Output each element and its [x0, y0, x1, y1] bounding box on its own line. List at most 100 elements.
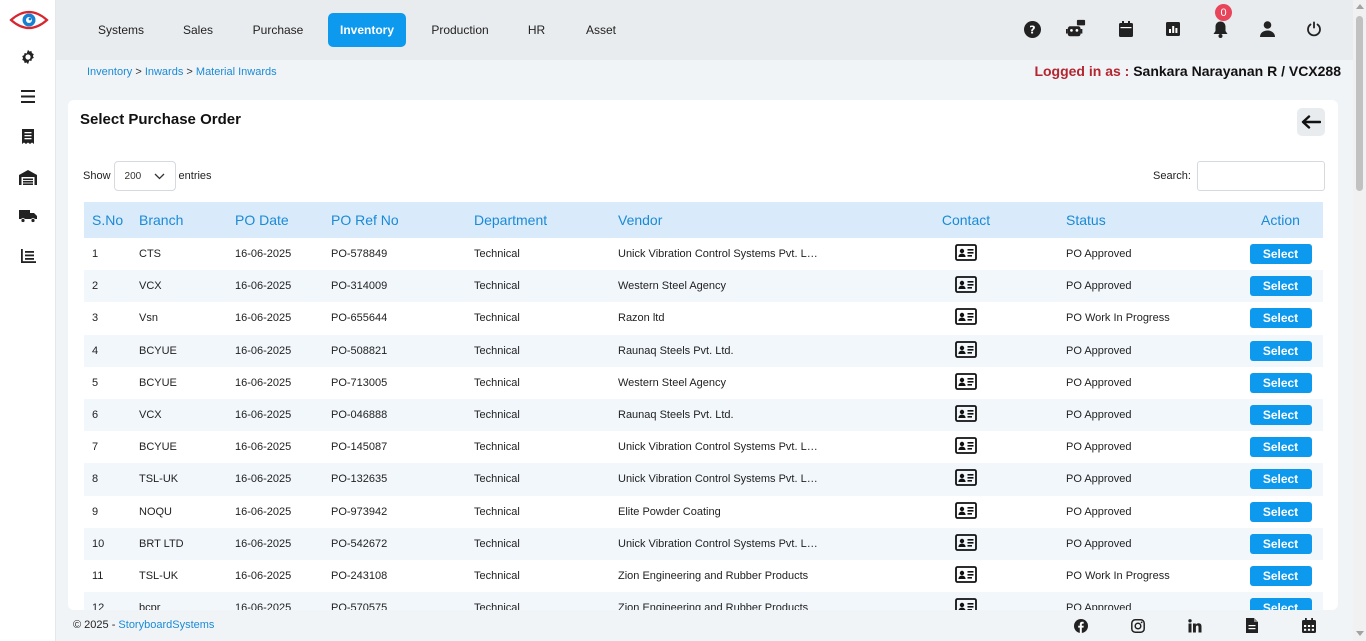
header-contact[interactable]: Contact [874, 202, 1058, 238]
select-button[interactable]: Select [1249, 437, 1312, 458]
cell-contact[interactable] [874, 560, 1058, 592]
cell-contact[interactable] [874, 367, 1058, 399]
cell-po-date: 16-06-2025 [227, 398, 323, 432]
breadcrumb-separator: > [135, 66, 142, 78]
cell-action: Select [1238, 431, 1323, 463]
cell-contact[interactable] [874, 527, 1058, 560]
cell-status: PO Approved [1058, 527, 1238, 560]
header-branch[interactable]: Branch [131, 202, 227, 238]
chatbot-icon[interactable] [1066, 19, 1086, 39]
delivery-truck-icon[interactable] [18, 206, 38, 226]
contact-card-icon [955, 501, 977, 519]
tab-sales[interactable]: Sales [168, 13, 228, 47]
linkedin-icon[interactable] [1187, 618, 1202, 633]
select-button[interactable]: Select [1249, 565, 1312, 586]
cell-contact[interactable] [874, 496, 1058, 528]
tab-hr[interactable]: HR [514, 13, 559, 47]
cell-vendor: Unick Vibration Control Systems Pvt. Lt.… [610, 463, 874, 496]
table-row: 3 Vsn 16-06-2025 PO-655644 Technical Razon lt… [84, 302, 1323, 334]
svg-text:?: ? [1029, 23, 1035, 36]
select-button[interactable]: Select [1249, 372, 1312, 393]
cell-branch: VCX [131, 398, 227, 432]
cell-contact[interactable] [874, 238, 1058, 270]
cell-sno: 11 [92, 569, 104, 582]
calendar-icon[interactable] [1116, 19, 1136, 39]
header-department[interactable]: Department [466, 202, 610, 238]
search-label: Search: [1153, 170, 1191, 182]
cell-po-date: 16-06-2025 [235, 441, 292, 454]
cell-status: PO Approved [1058, 334, 1238, 367]
select-button[interactable]: Select [1249, 340, 1312, 361]
search-input[interactable] [1196, 161, 1325, 191]
cell-branch: VCX [131, 270, 227, 303]
cell-branch: BCYUE [139, 376, 177, 389]
document-icon[interactable] [1244, 618, 1259, 633]
help-icon[interactable]: ? [1022, 19, 1042, 39]
cell-contact[interactable] [874, 334, 1058, 367]
eye-logo-icon[interactable] [9, 8, 49, 32]
table-row: 1 CTS 16-06-2025 PO-578849 Technical Unick Vi… [84, 238, 1323, 270]
breadcrumb-inventory[interactable]: Inventory [87, 66, 132, 78]
cell-department: Technical [466, 270, 610, 303]
header-action[interactable]: Action [1238, 202, 1323, 238]
copyright-text: © 2025 - [73, 619, 116, 631]
cell-contact[interactable] [874, 463, 1058, 496]
select-button[interactable]: Select [1249, 276, 1312, 297]
page-scrollbar[interactable] [1353, 0, 1366, 641]
report-chart-icon[interactable] [1163, 19, 1183, 39]
calendar-grid-icon[interactable] [1301, 618, 1316, 633]
tab-inventory[interactable]: Inventory [328, 13, 406, 47]
header-po-date[interactable]: PO Date [227, 202, 323, 238]
company-link[interactable]: StoryboardSystems [118, 619, 214, 631]
warehouse-icon[interactable] [18, 167, 38, 187]
cell-vendor: Zion Engineering and Rubber Products [610, 592, 874, 610]
select-button[interactable]: Select [1249, 308, 1312, 329]
back-button[interactable] [1297, 108, 1325, 136]
select-button[interactable]: Select [1249, 598, 1312, 610]
scroll-thumb[interactable] [1356, 16, 1363, 191]
header-sno[interactable]: S.No [84, 202, 131, 238]
select-button[interactable]: Select [1249, 405, 1312, 426]
scroll-down-arrow[interactable] [1356, 631, 1364, 636]
facebook-icon[interactable] [1073, 618, 1088, 633]
instagram-icon[interactable] [1130, 618, 1145, 633]
cell-sno: 10 [84, 527, 131, 560]
header-vendor[interactable]: Vendor [610, 202, 874, 238]
tab-purchase[interactable]: Purchase [243, 13, 313, 47]
cell-contact[interactable] [874, 270, 1058, 303]
vendor-name: Western Steel Agency [618, 376, 727, 389]
cell-sno: 1 [92, 248, 99, 261]
select-button[interactable]: Select [1249, 501, 1312, 522]
select-button[interactable]: Select [1249, 244, 1312, 265]
cell-department: Technical [474, 505, 520, 518]
select-button[interactable]: Select [1249, 469, 1312, 490]
menu-bars-icon[interactable] [18, 86, 38, 106]
tab-asset[interactable]: Asset [574, 13, 628, 47]
breadcrumb-material-inwards[interactable]: Material Inwards [196, 66, 277, 78]
tab-production[interactable]: Production [420, 13, 500, 47]
entries-select[interactable]: 200 [113, 161, 176, 191]
select-button[interactable]: Select [1249, 533, 1312, 554]
cell-contact[interactable] [874, 398, 1058, 432]
cell-vendor: Elite Powder Coating [610, 496, 874, 528]
cell-department: Technical [466, 527, 610, 560]
header-po-ref[interactable]: PO Ref No [323, 202, 466, 238]
bell-icon[interactable] [1210, 19, 1230, 39]
cell-contact[interactable] [874, 302, 1058, 334]
list-chart-icon[interactable] [18, 246, 38, 266]
cell-contact[interactable] [874, 431, 1058, 463]
table-row: 4 BCYUE 16-06-2025 PO-508821 Technical Raunaq… [84, 334, 1323, 367]
contact-card-icon [955, 405, 977, 422]
power-icon[interactable] [1304, 19, 1324, 39]
contact-card-icon [955, 276, 977, 294]
header-status[interactable]: Status [1058, 202, 1238, 238]
receipt-icon[interactable] [18, 126, 38, 146]
tab-systems[interactable]: Systems [86, 13, 156, 47]
breadcrumb-inwards[interactable]: Inwards [145, 66, 184, 78]
cell-po-ref: PO-145087 [331, 441, 388, 454]
cell-department: Technical [474, 248, 520, 261]
scroll-up-arrow[interactable] [1356, 4, 1364, 9]
cell-contact[interactable] [874, 592, 1058, 610]
gear-icon[interactable] [18, 47, 38, 67]
user-icon[interactable] [1257, 19, 1277, 39]
